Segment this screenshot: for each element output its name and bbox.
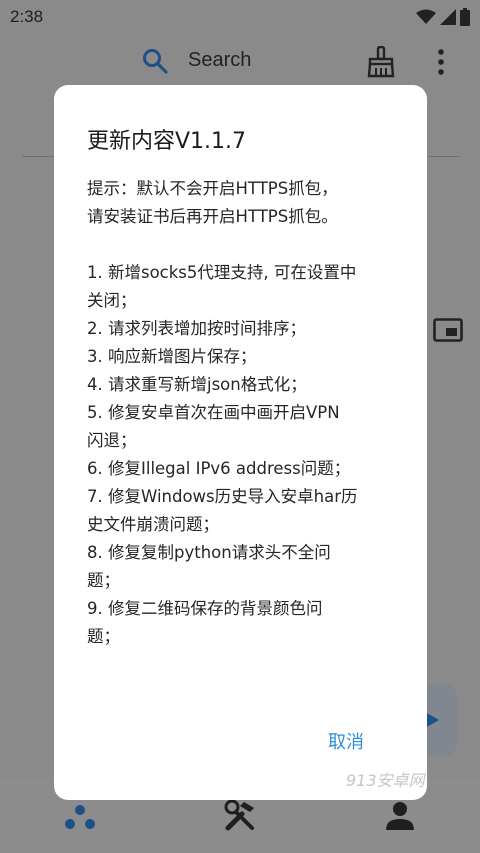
signal-icon: [440, 9, 456, 25]
wifi-icon: [416, 9, 436, 24]
pip-icon[interactable]: [433, 318, 463, 342]
dialog-line: 题；: [87, 571, 120, 590]
dialog-line: 2. 请求列表增加按时间排序；: [87, 319, 306, 338]
search-icon[interactable]: [142, 48, 168, 74]
battery-icon: [460, 8, 470, 26]
watermark-text: 913安卓网: [346, 771, 425, 790]
user-icon[interactable]: [384, 800, 416, 832]
dialog-line: 5. 修复安卓首次在画中画开启VPN: [87, 403, 340, 422]
dialog-line: 1. 新增socks5代理支持, 可在设置中: [87, 263, 357, 282]
dialog-title: 更新内容V1.1.7: [87, 129, 247, 154]
search-label[interactable]: Search: [188, 49, 251, 72]
dialog-body: 提示：默认不会开启HTTPS抓包， 请安装证书后再开启HTTPS抓包。 1. 新…: [87, 175, 402, 651]
dialog-line: 6. 修复Illegal IPv6 address问题；: [87, 459, 351, 478]
dialog-line: 关闭；: [87, 291, 137, 310]
cancel-button[interactable]: 取消: [316, 725, 376, 759]
dialog-line: 3. 响应新增图片保存；: [87, 347, 257, 366]
dialog-line: 7. 修复Windows历史导入安卓har历: [87, 487, 358, 506]
dialog-line: 请安装证书后再开启HTTPS抓包。: [87, 207, 338, 226]
status-bar: 2:38: [0, 0, 480, 34]
dialog-line: 闪退；: [87, 431, 137, 450]
dialog-line: 题；: [87, 627, 120, 646]
dialog-line: 8. 修复复制python请求头不全问: [87, 543, 331, 562]
send-arrow-icon: [425, 712, 439, 728]
home-bubbles-icon[interactable]: [62, 802, 98, 832]
more-vert-icon[interactable]: [432, 46, 450, 78]
dialog-line: 9. 修复二维码保存的背景颜色问: [87, 599, 323, 618]
dialog-line: 4. 请求重写新增json格式化；: [87, 375, 307, 394]
dialog-blank-line: [87, 231, 402, 259]
status-icons: [416, 8, 470, 26]
dialog-line: 史文件崩溃问题；: [87, 515, 219, 534]
tools-icon[interactable]: [222, 798, 258, 834]
broom-icon[interactable]: [366, 46, 396, 78]
status-time: 2:38: [10, 7, 44, 26]
dialog-line: 提示：默认不会开启HTTPS抓包，: [87, 179, 338, 198]
update-dialog: 更新内容V1.1.7 提示：默认不会开启HTTPS抓包， 请安装证书后再开启HT…: [54, 85, 427, 800]
